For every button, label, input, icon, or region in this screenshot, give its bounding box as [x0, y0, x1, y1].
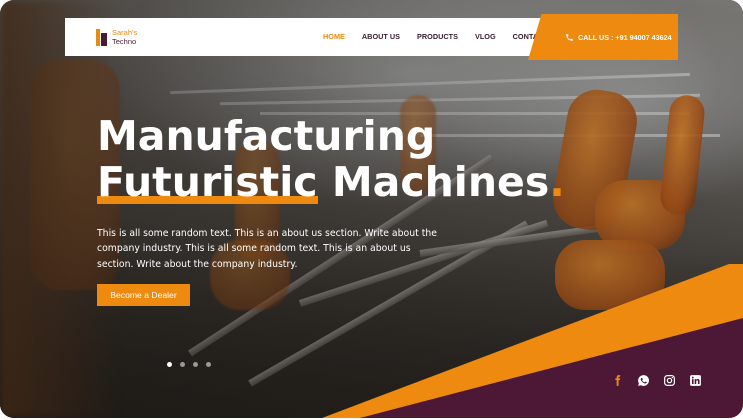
slider-dot-4[interactable]: [206, 362, 211, 367]
logo-text: Sarah's Techno: [112, 28, 137, 46]
whatsapp-icon[interactable]: [637, 374, 650, 387]
phone-icon: [566, 34, 573, 41]
facebook-icon[interactable]: [611, 374, 624, 387]
logo[interactable]: Sarah's Techno: [96, 28, 137, 46]
hero-description: This is all some random text. This is an…: [97, 228, 437, 270]
instagram-icon[interactable]: [663, 374, 676, 387]
menu-item-vlog[interactable]: VLOG: [475, 32, 496, 41]
slider-dot-3[interactable]: [193, 362, 198, 367]
slider-dot-1[interactable]: [167, 362, 172, 367]
call-us-link[interactable]: CALL US : +91 94007 43624: [565, 33, 672, 42]
menu-item-products[interactable]: PRODUCTS: [417, 32, 458, 41]
hero-title: Manufacturing Futuristic Machines.: [97, 113, 565, 205]
slider-dots: [167, 362, 211, 367]
menu-item-about-us[interactable]: ABOUT US: [362, 32, 400, 41]
become-a-dealer-button[interactable]: Become a Dealer: [97, 284, 190, 306]
logo-line-2: Techno: [112, 37, 137, 46]
hero-title-rest: Machines: [317, 158, 550, 206]
main-menu: HOME ABOUT US PRODUCTS VLOG CONTACT: [323, 32, 565, 41]
menu-item-home[interactable]: HOME: [323, 32, 345, 41]
logo-mark-icon: [96, 28, 108, 46]
logo-line-1: Sarah's: [112, 28, 138, 37]
slider-dot-2[interactable]: [180, 362, 185, 367]
hero-title-dot: .: [549, 158, 565, 206]
call-us-text: CALL US : +91 94007 43624: [578, 33, 672, 42]
linkedin-icon[interactable]: [689, 374, 702, 387]
hero-title-highlight: Futuristic: [97, 158, 318, 206]
social-links: [611, 374, 702, 387]
hero-section: Sarah's Techno HOME ABOUT US PRODUCTS VL…: [0, 0, 743, 418]
hero-title-line-1: Manufacturing: [97, 112, 436, 160]
hero-title-line-2: Futuristic Machines.: [97, 159, 565, 205]
